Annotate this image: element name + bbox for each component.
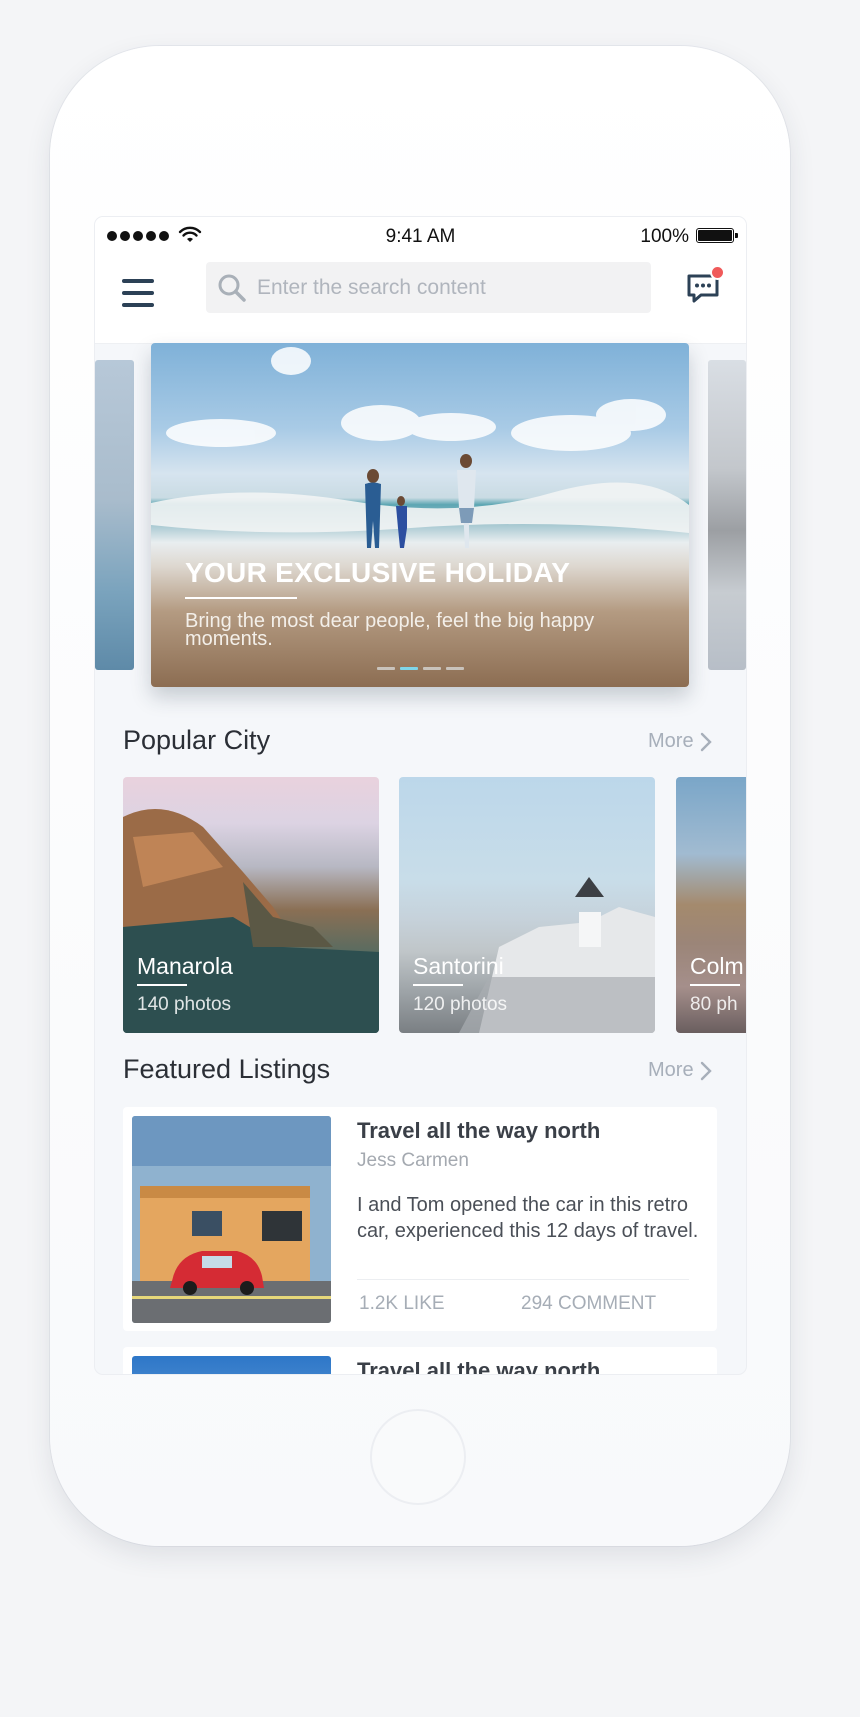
listing-thumbnail: [132, 1356, 331, 1374]
city-photo-count: 80 ph: [690, 994, 738, 1015]
city-name: Manarola: [137, 953, 233, 979]
listing-card[interactable]: Travel all the way north Jess Carmen I a…: [123, 1107, 717, 1331]
like-count[interactable]: 1.2K LIKE: [359, 1293, 445, 1315]
hamburger-icon[interactable]: [122, 279, 154, 307]
city-card-santorini[interactable]: Santorini 120 photos: [399, 777, 655, 1033]
listing-thumbnail: [132, 1116, 331, 1323]
listing-description: I and Tom opened the car in this retro c…: [357, 1194, 699, 1242]
featured-more-link[interactable]: More: [648, 1059, 712, 1082]
retro-car-image: [132, 1116, 331, 1323]
city-photo-count: 120 photos: [413, 994, 508, 1015]
city-card-manarola[interactable]: Manarola 140 photos: [123, 777, 379, 1033]
carousel-next-card[interactable]: [708, 360, 746, 670]
magnifier-icon: [218, 274, 246, 302]
listing-title: Travel all the way north: [357, 1358, 601, 1374]
listing-title: Travel all the way north: [357, 1118, 601, 1143]
carousel-dot[interactable]: [445, 667, 464, 670]
chat-button[interactable]: [685, 265, 725, 305]
city-underline: [137, 984, 187, 986]
top-nav: [95, 253, 746, 344]
carousel-dot-active[interactable]: [399, 667, 418, 670]
banner-subtitle: Bring the most dear people, feel the big…: [185, 610, 595, 650]
city-name: Colm: [690, 953, 744, 979]
listing-author: Jess Carmen: [357, 1150, 469, 1171]
carousel-prev-card[interactable]: [95, 360, 134, 670]
status-bar: 9:41 AM 100%: [95, 217, 746, 253]
city-card-colm[interactable]: Colm 80 ph: [676, 777, 746, 1033]
featured-listings-heading: Featured Listings: [123, 1054, 331, 1084]
home-button[interactable]: [370, 1409, 466, 1505]
chevron-right-icon: [700, 732, 712, 751]
more-label: More: [648, 1059, 694, 1081]
search-bar[interactable]: [206, 262, 651, 313]
listing-card[interactable]: Travel all the way north: [123, 1347, 717, 1374]
banner-title: YOUR EXCLUSIVE HOLIDAY: [185, 557, 571, 588]
search-input[interactable]: [255, 274, 639, 301]
city-underline: [413, 984, 463, 986]
city-photo-count: 140 photos: [137, 994, 232, 1015]
comment-count[interactable]: 294 COMMENT: [521, 1293, 656, 1315]
more-label: More: [648, 730, 694, 752]
city-name: Santorini: [413, 953, 504, 979]
app-screen: 9:41 AM 100% Enter the search content YO…: [95, 217, 746, 1374]
banner-divider: [185, 597, 297, 599]
listing-divider: [357, 1279, 689, 1280]
battery-icon: [696, 228, 738, 243]
notification-dot: [710, 265, 725, 280]
carousel-dot[interactable]: [376, 667, 395, 670]
battery-percent: 100%: [640, 226, 689, 247]
city-underline: [690, 984, 740, 986]
chevron-right-icon: [700, 1061, 712, 1080]
carousel-dot[interactable]: [422, 667, 441, 670]
popular-city-heading: Popular City: [123, 725, 271, 755]
carousel-indicator: [151, 667, 689, 670]
popular-more-link[interactable]: More: [648, 730, 712, 753]
hero-banner[interactable]: YOUR EXCLUSIVE HOLIDAY Bring the most de…: [151, 343, 689, 687]
